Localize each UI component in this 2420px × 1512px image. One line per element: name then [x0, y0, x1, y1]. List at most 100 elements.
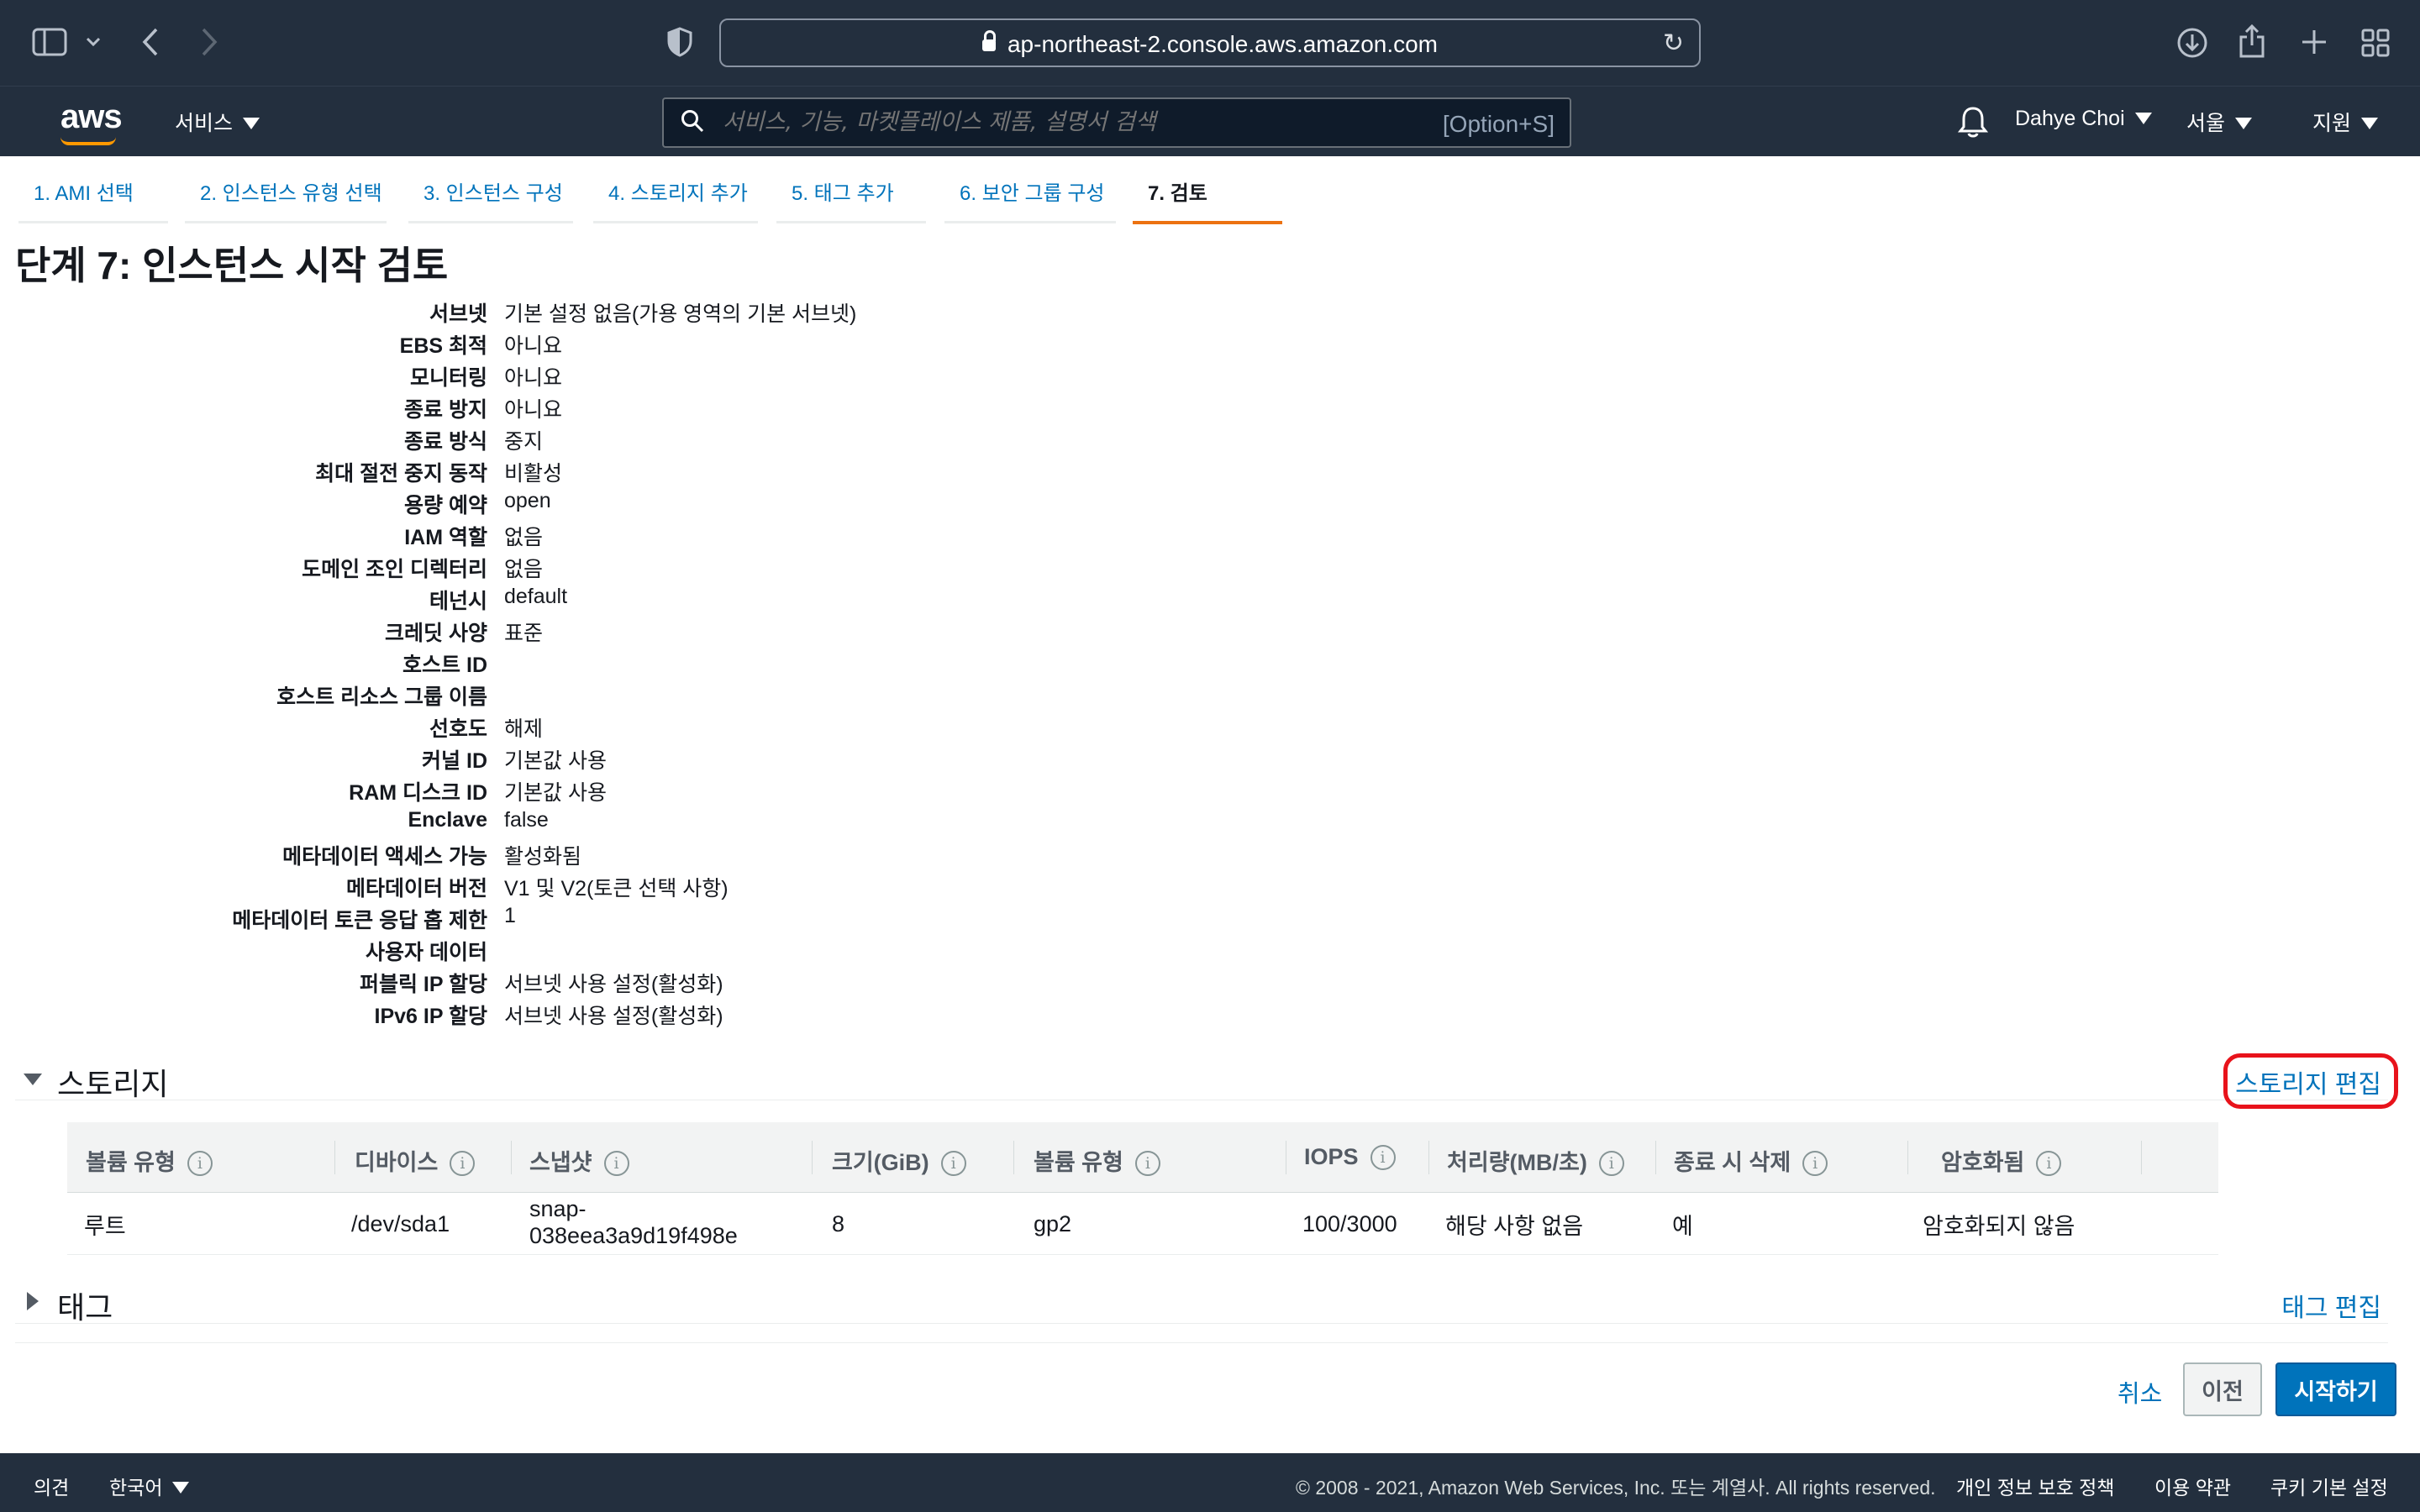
back-icon[interactable] [141, 27, 160, 57]
column-divider [1907, 1141, 1908, 1174]
cookie-preferences-link[interactable]: 쿠키 기본 설정 [2270, 1472, 2388, 1500]
info-icon[interactable]: i [1134, 1151, 1160, 1176]
language-selector[interactable]: 한국어 [109, 1472, 190, 1500]
user-menu[interactable]: Dahye Choi [2015, 107, 2152, 131]
detail-value: 아니요 [504, 334, 563, 358]
col-snapshot: 스냅샷 i [529, 1144, 629, 1178]
sidebar-icon[interactable] [32, 27, 67, 57]
step-security-group[interactable]: 6. 보안 그룹 구성 [944, 176, 1116, 223]
cell-throughput: 해당 사항 없음 [1445, 1214, 1584, 1239]
detail-value: 해제 [504, 717, 544, 741]
services-menu[interactable]: 서비스 [175, 107, 260, 137]
info-icon[interactable]: i [603, 1151, 629, 1176]
highlight-annotation [2223, 1053, 2398, 1109]
detail-value: 서브넷 사용 설정(활성화) [504, 1005, 723, 1028]
step-configure[interactable]: 3. 인스턴스 구성 [408, 176, 573, 223]
storage-title: 스토리지 [57, 1067, 169, 1101]
aws-logo-smile [60, 137, 116, 145]
detail-label: 메타데이터 버전 [346, 877, 487, 900]
col-encrypted: 암호화됨 i [1941, 1144, 2062, 1178]
step-ami[interactable]: 1. AMI 선택 [18, 176, 168, 223]
info-icon[interactable]: i [940, 1151, 966, 1176]
column-divider [511, 1141, 512, 1174]
detail-label: 커널 ID [422, 749, 487, 773]
detail-value: 아니요 [504, 366, 563, 390]
step-review[interactable]: 7. 검토 [1133, 176, 1282, 224]
step-instance-type[interactable]: 2. 인스턴스 유형 선택 [185, 176, 387, 223]
browser-toolbar: ap-northeast-2.console.aws.amazon.com ↻ [0, 0, 2420, 86]
detail-row: 커널 ID 기본값 사용 [0, 744, 924, 776]
detail-row: 메타데이터 토큰 응답 홉 제한 1 [0, 904, 924, 936]
info-icon[interactable]: i [187, 1151, 213, 1176]
detail-value: open [504, 489, 551, 512]
info-icon[interactable]: i [1370, 1145, 1396, 1170]
tab-overview-icon[interactable] [2361, 29, 2390, 57]
tags-section-header[interactable]: 태그 태그 편집 [15, 1284, 2388, 1325]
shield-icon[interactable] [667, 27, 692, 57]
detail-row: 서브넷 기본 설정 없음(가용 영역의 기본 서브넷) [0, 297, 924, 329]
chevron-down-icon[interactable] [86, 37, 101, 47]
detail-value: false [504, 808, 549, 832]
step-tags[interactable]: 5. 태그 추가 [776, 176, 926, 223]
search-icon [681, 110, 704, 133]
info-icon[interactable]: i [1598, 1151, 1624, 1176]
new-tab-icon[interactable] [2301, 29, 2328, 55]
col-throughput: 처리량(MB/초) i [1447, 1144, 1624, 1178]
step-storage[interactable]: 4. 스토리지 추가 [593, 176, 758, 223]
storage-table: 볼륨 유형 i 디바이스 i 스냅샷 i 크기(GiB) i 볼륨 유형 i IOPS i … [67, 1122, 2218, 1255]
search-input[interactable] [723, 109, 1395, 135]
detail-label: 용량 예약 [404, 494, 487, 517]
detail-row: 크레딧 사양 표준 [0, 617, 924, 648]
address-bar[interactable]: ap-northeast-2.console.aws.amazon.com ↻ [719, 18, 1701, 67]
column-divider [1655, 1141, 1656, 1174]
info-icon[interactable]: i [1802, 1151, 1828, 1176]
col-device: 디바이스 i [355, 1144, 476, 1178]
aws-logo[interactable]: aws [60, 98, 123, 136]
cell-device: /dev/sda1 [351, 1211, 450, 1236]
feedback-link[interactable]: 의견 [34, 1472, 69, 1500]
download-icon[interactable] [2176, 27, 2208, 59]
aws-console-header: aws 서비스 [Option+S] Dahye Choi 서울 지원 [0, 86, 2420, 156]
cancel-button[interactable]: 취소 [2118, 1374, 2162, 1410]
caret-down-icon [172, 1482, 190, 1494]
detail-value: 1 [504, 904, 516, 927]
previous-button[interactable]: 이전 [2183, 1362, 2262, 1416]
info-icon[interactable]: i [2036, 1151, 2062, 1176]
detail-row: 종료 방식 중지 [0, 425, 924, 457]
bell-icon[interactable] [1958, 105, 1988, 139]
reload-icon[interactable]: ↻ [1663, 29, 1684, 58]
caret-down-icon [2134, 113, 2152, 124]
terms-link[interactable]: 이용 약관 [2154, 1472, 2231, 1500]
col-iops: IOPS i [1304, 1144, 1396, 1172]
detail-row: 퍼블릭 IP 할당 서브넷 사용 설정(활성화) [0, 968, 924, 1000]
detail-label: 메타데이터 액세스 가능 [282, 845, 487, 869]
privacy-link[interactable]: 개인 정보 보호 정책 [1956, 1472, 2114, 1500]
detail-value: 활성화됨 [504, 845, 582, 869]
detail-label: 호스트 리소스 그룹 이름 [276, 685, 487, 709]
cell-size: 8 [832, 1211, 845, 1236]
share-icon[interactable] [2238, 24, 2265, 59]
detail-label: 호스트 ID [402, 654, 487, 677]
caret-right-icon [27, 1292, 39, 1310]
storage-section-header[interactable]: 스토리지 스토리지 편집 [15, 1060, 2388, 1101]
detail-row: IAM 역할 없음 [0, 521, 924, 553]
column-divider [334, 1141, 335, 1174]
detail-row: 선호도 해제 [0, 712, 924, 744]
region-menu[interactable]: 서울 [2186, 107, 2253, 137]
detail-value: 기본값 사용 [504, 749, 607, 773]
tags-title: 태그 [57, 1290, 113, 1325]
search-box[interactable]: [Option+S] [662, 97, 1571, 148]
col-volume-type: 볼륨 유형 i [86, 1144, 213, 1178]
edit-tags-link[interactable]: 태그 편집 [2281, 1287, 2381, 1324]
detail-value: 아니요 [504, 398, 563, 422]
cell-snapshot-line1: snap- [529, 1196, 587, 1221]
launch-button[interactable]: 시작하기 [2275, 1362, 2396, 1416]
services-label: 서비스 [175, 112, 234, 135]
detail-value: default [504, 585, 568, 608]
info-icon[interactable]: i [450, 1151, 476, 1176]
detail-label: 테넌시 [429, 590, 487, 613]
detail-row: IPv6 IP 할당 서브넷 사용 설정(활성화) [0, 1000, 924, 1030]
detail-value: 서브넷 사용 설정(활성화) [504, 973, 723, 996]
forward-icon[interactable] [200, 27, 218, 57]
support-menu[interactable]: 지원 [2312, 107, 2379, 137]
